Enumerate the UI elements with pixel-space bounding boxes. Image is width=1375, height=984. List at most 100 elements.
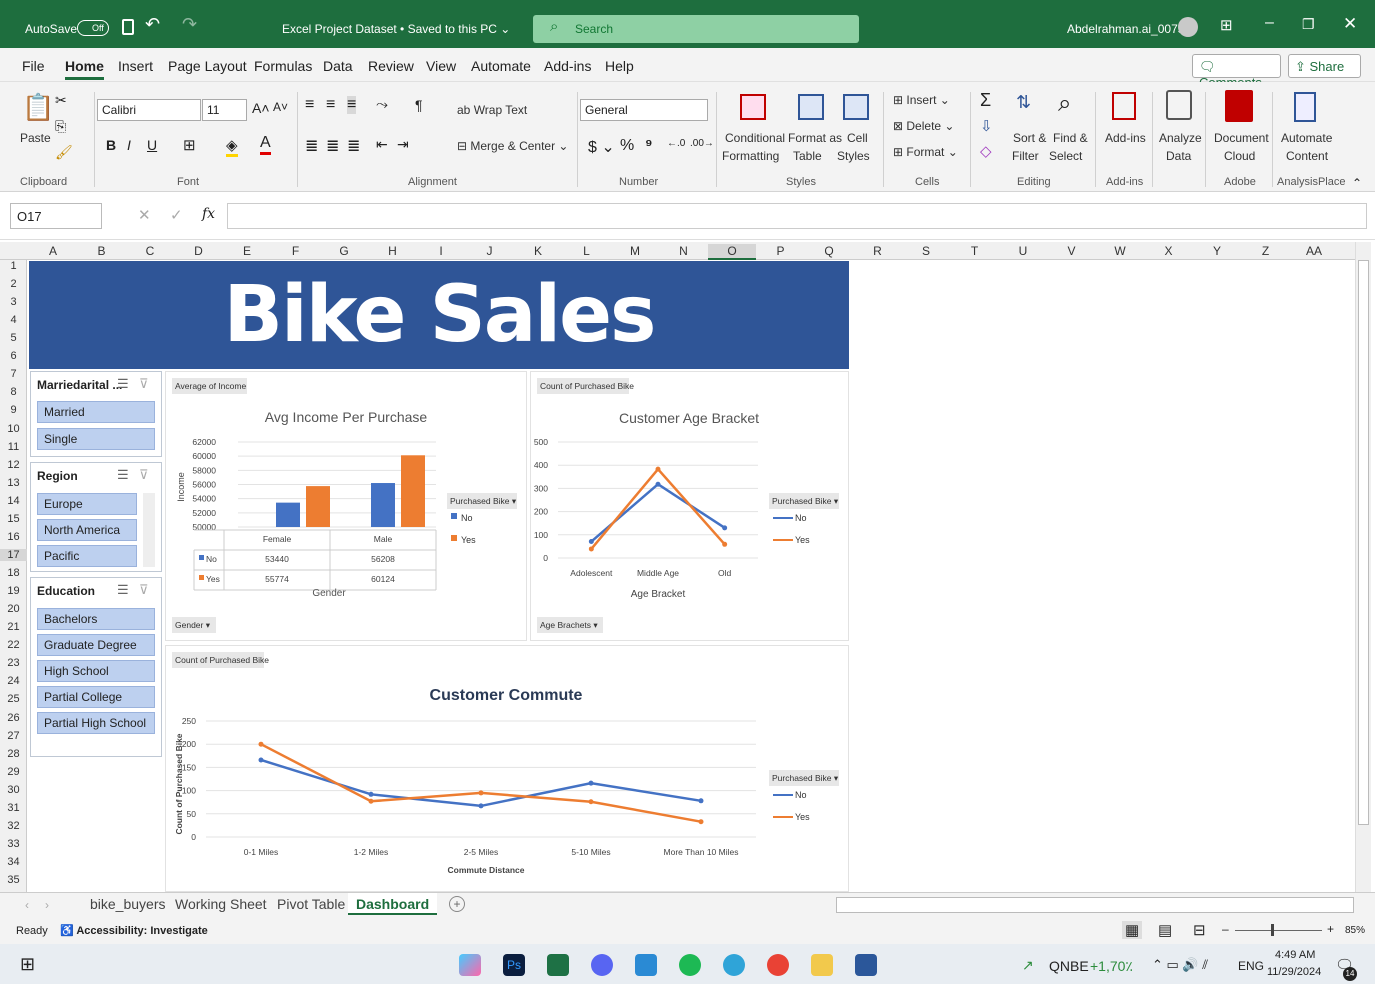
row-header[interactable]: 11: [0, 441, 27, 453]
function-icon[interactable]: fx: [202, 206, 215, 222]
column-header[interactable]: S: [902, 244, 950, 258]
row-header[interactable]: 28: [0, 748, 27, 760]
row-header[interactable]: 34: [0, 856, 27, 868]
close-icon[interactable]: ✕: [1343, 14, 1357, 34]
clock-date[interactable]: 11/29/2024: [1267, 966, 1321, 978]
row-header[interactable]: 25: [0, 693, 27, 705]
ribbon-display-icon[interactable]: ⊞: [1220, 16, 1233, 34]
row-header[interactable]: 19: [0, 585, 27, 597]
menu-data[interactable]: Data: [323, 58, 353, 74]
row-header[interactable]: 6: [0, 350, 27, 362]
find-select-icon[interactable]: ⌕: [1058, 90, 1071, 118]
row-header[interactable]: 1: [0, 260, 27, 272]
name-box[interactable]: O17: [10, 203, 102, 229]
row-header[interactable]: 18: [0, 567, 27, 579]
decrease-decimal-icon[interactable]: .00→: [690, 138, 714, 149]
row-header[interactable]: 13: [0, 477, 27, 489]
column-header[interactable]: H: [369, 244, 417, 258]
chrome-icon[interactable]: [767, 954, 789, 976]
automate-label-2[interactable]: Content: [1286, 149, 1328, 163]
analyze-data-icon[interactable]: [1166, 90, 1192, 120]
page-break-view-icon[interactable]: ⊟: [1193, 921, 1206, 939]
decrease-font-icon[interactable]: A˅: [273, 100, 288, 114]
row-header[interactable]: 23: [0, 657, 27, 669]
multi-select-icon[interactable]: ☰: [117, 376, 129, 392]
row-header[interactable]: 16: [0, 531, 27, 543]
format-table-label[interactable]: Format as: [788, 131, 842, 145]
collapse-ribbon-icon[interactable]: ⌃: [1352, 176, 1362, 190]
word-icon[interactable]: [855, 954, 877, 976]
row-header[interactable]: 15: [0, 513, 27, 525]
automate-content-icon[interactable]: [1294, 92, 1316, 122]
slicer-item[interactable]: High School: [37, 660, 155, 682]
doc-cloud-label[interactable]: Document: [1214, 131, 1269, 145]
row-header[interactable]: 21: [0, 621, 27, 633]
next-sheet-icon[interactable]: ›: [45, 898, 49, 912]
row-header[interactable]: 20: [0, 603, 27, 615]
fill-icon[interactable]: ⇩: [980, 117, 993, 135]
paragraph-icon[interactable]: ¶: [415, 97, 423, 113]
comma-icon[interactable]: ⁹: [645, 137, 653, 155]
conditional-label[interactable]: Conditional: [725, 131, 785, 145]
avatar[interactable]: [1178, 17, 1198, 37]
increase-indent-icon[interactable]: ⇥: [397, 136, 409, 153]
vscode-icon[interactable]: [635, 954, 657, 976]
slicer-item[interactable]: Bachelors: [37, 608, 155, 630]
font-name-select[interactable]: Calibri: [97, 99, 201, 121]
windows-start-icon[interactable]: ⊞: [20, 954, 35, 975]
orientation-icon[interactable]: ⤳: [376, 96, 388, 113]
insert-cells-button[interactable]: ⊞ Insert ⌄: [893, 93, 950, 107]
clock-time[interactable]: 4:49 AM: [1275, 949, 1315, 961]
column-header[interactable]: B: [78, 244, 126, 258]
sort-label-2[interactable]: Filter: [1012, 149, 1039, 163]
share-button[interactable]: ⇪ Share: [1288, 54, 1361, 78]
decrease-indent-icon[interactable]: ⇤: [376, 136, 388, 153]
column-header[interactable]: K: [514, 244, 562, 258]
row-header[interactable]: 5: [0, 332, 27, 344]
zoom-slider-thumb[interactable]: [1271, 924, 1274, 936]
menu-insert[interactable]: Insert: [118, 58, 153, 74]
row-header[interactable]: 27: [0, 730, 27, 742]
horizontal-scrollbar[interactable]: [836, 897, 1354, 913]
row-header[interactable]: 26: [0, 712, 27, 724]
column-header[interactable]: O: [708, 244, 756, 260]
copilot-icon[interactable]: [459, 954, 481, 976]
slicer-item[interactable]: Single: [37, 428, 155, 450]
menu-automate[interactable]: Automate: [471, 58, 531, 74]
slicer-item[interactable]: Europe: [37, 493, 137, 515]
restore-icon[interactable]: ❐: [1302, 16, 1315, 33]
sort-filter-icon[interactable]: ⇅: [1016, 92, 1031, 113]
paste-icon[interactable]: 📋: [22, 92, 54, 123]
clear-filter-icon[interactable]: ⊽: [139, 467, 149, 483]
sort-label[interactable]: Sort &: [1013, 131, 1046, 145]
column-header[interactable]: Z: [1242, 244, 1290, 258]
row-header[interactable]: 2: [0, 278, 27, 290]
slicer-item[interactable]: Pacific: [37, 545, 137, 567]
zoom-out-icon[interactable]: –: [1222, 922, 1229, 936]
align-bottom-icon[interactable]: ≡: [347, 96, 357, 114]
document-title[interactable]: Excel Project Dataset • Saved to this PC…: [282, 22, 510, 36]
menu-page-layout[interactable]: Page Layout: [168, 58, 247, 74]
spotify-icon[interactable]: [679, 954, 701, 976]
clear-filter-icon[interactable]: ⊽: [139, 376, 149, 392]
column-header[interactable]: W: [1096, 244, 1144, 258]
menu-file[interactable]: File: [22, 58, 45, 74]
tab-pivot-table[interactable]: Pivot Table: [277, 896, 345, 912]
find-label-2[interactable]: Select: [1049, 149, 1082, 163]
row-header[interactable]: 17: [0, 548, 27, 561]
cut-icon[interactable]: ✂: [55, 92, 67, 109]
slicer-item[interactable]: North America: [37, 519, 137, 541]
comments-button[interactable]: 🗨 Comments: [1192, 54, 1281, 90]
copy-icon[interactable]: ⎘: [55, 118, 66, 135]
clear-filter-icon[interactable]: ⊽: [139, 582, 149, 598]
currency-icon[interactable]: $ ⌄: [588, 137, 615, 157]
document-cloud-icon[interactable]: [1225, 90, 1253, 122]
row-header[interactable]: 31: [0, 802, 27, 814]
row-header[interactable]: 7: [0, 368, 27, 380]
photoshop-icon[interactable]: Ps: [503, 954, 525, 976]
format-table-icon[interactable]: [798, 94, 824, 120]
analyze-label[interactable]: Analyze: [1159, 131, 1202, 145]
scroll-thumb[interactable]: [1358, 260, 1369, 825]
file-explorer-icon[interactable]: [811, 954, 833, 976]
row-header[interactable]: 14: [0, 495, 27, 507]
